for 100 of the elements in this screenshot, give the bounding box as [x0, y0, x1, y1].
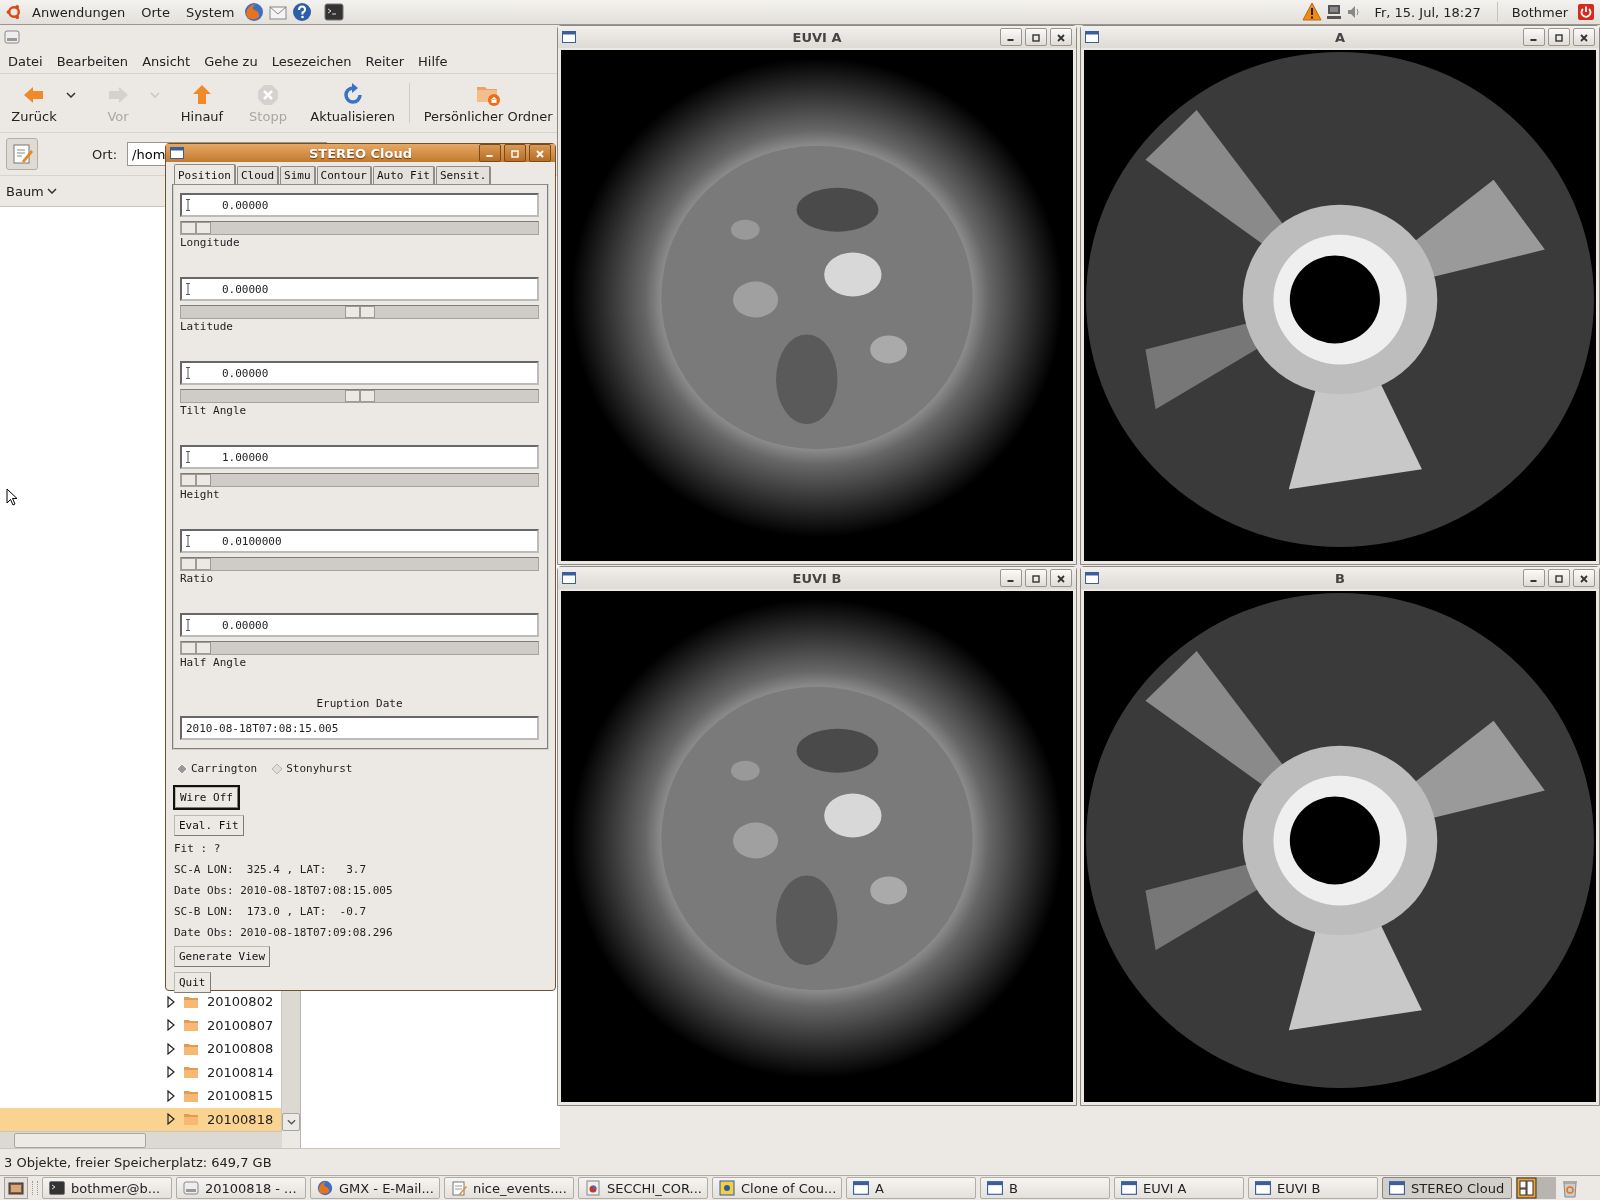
maximize-button[interactable]	[504, 144, 526, 162]
maximize-button[interactable]	[1025, 569, 1047, 587]
slider[interactable]	[180, 641, 539, 655]
taskbar-button[interactable]: SECCHI_COR...	[578, 1177, 708, 1199]
taskbar-button[interactable]: A	[846, 1177, 976, 1199]
menu-item[interactable]: Ansicht	[136, 53, 197, 69]
window-icon[interactable]	[1085, 572, 1099, 584]
help-icon[interactable]	[292, 2, 313, 22]
window-icon[interactable]	[170, 147, 184, 159]
window-icon[interactable]	[1085, 31, 1099, 43]
menu-item[interactable]: Bearbeiten	[50, 53, 135, 69]
ubuntu-logo-icon[interactable]	[6, 4, 22, 20]
slider-thumb[interactable]	[344, 390, 375, 402]
radio-button[interactable]: Carrington	[176, 762, 258, 775]
menu-item[interactable]: Gehe zu	[198, 53, 264, 69]
slider-thumb[interactable]	[181, 642, 211, 654]
slider[interactable]	[180, 305, 539, 319]
number-field[interactable]: 0.00000	[180, 613, 539, 637]
scroll-down-button[interactable]	[282, 1113, 300, 1131]
trash-icon[interactable]	[1560, 1178, 1580, 1198]
number-field[interactable]: 1.00000	[180, 445, 539, 469]
taskbar-button[interactable]: EUVI B	[1248, 1177, 1378, 1199]
tree-row[interactable]: 20100807	[0, 1013, 281, 1037]
minimize-button[interactable]	[1523, 28, 1545, 46]
button[interactable]: Wire Off	[175, 787, 238, 808]
taskbar-button[interactable]: Clone of Cou...	[712, 1177, 842, 1199]
expander-icon[interactable]	[167, 1019, 175, 1032]
menu-item[interactable]: Datei	[2, 53, 49, 69]
sidebar-mode-selector[interactable]: Baum	[6, 183, 57, 199]
taskbar-button[interactable]: 20100818 - ...	[176, 1177, 306, 1199]
terminal-icon[interactable]	[324, 2, 345, 22]
taskbar-button[interactable]: bothmer@b...	[42, 1177, 172, 1199]
tree-row[interactable]: 20100815	[0, 1084, 281, 1108]
scrollbar-thumb[interactable]	[14, 1133, 146, 1148]
menu-item[interactable]: Lesezeichen	[265, 53, 358, 69]
menu-item[interactable]: Hilfe	[412, 53, 454, 69]
expander-icon[interactable]	[167, 1089, 175, 1102]
close-button[interactable]	[1050, 569, 1072, 587]
caret-icon[interactable]	[66, 92, 76, 98]
minimize-button[interactable]	[1523, 569, 1545, 587]
user-name[interactable]: Bothmer	[1505, 4, 1574, 20]
panel-menu[interactable]: Orte	[135, 4, 176, 20]
slider-thumb[interactable]	[181, 222, 211, 234]
warning-icon[interactable]	[1302, 2, 1323, 22]
tab[interactable]: Sensit.	[435, 166, 492, 184]
expander-icon[interactable]	[167, 1042, 175, 1055]
close-button[interactable]	[1573, 28, 1595, 46]
tab[interactable]: Contour	[316, 166, 372, 184]
toolbar-button[interactable]: Hinauf	[170, 80, 234, 126]
slider[interactable]	[180, 221, 539, 235]
minimize-button[interactable]	[1000, 28, 1022, 46]
panel-menu[interactable]: Anwendungen	[26, 4, 132, 20]
slider[interactable]	[180, 473, 539, 487]
browser-icon[interactable]	[244, 2, 265, 22]
minimize-button[interactable]	[1000, 569, 1022, 587]
workspace-switcher-icon[interactable]	[1516, 1177, 1556, 1199]
power-icon[interactable]	[1578, 4, 1594, 20]
taskbar-button[interactable]: EUVI A	[1114, 1177, 1244, 1199]
maximize-button[interactable]	[1548, 28, 1570, 46]
date-field[interactable]: 2010-08-18T07:08:15.005	[180, 716, 539, 740]
show-desktop-button[interactable]	[4, 1177, 28, 1199]
radio-button[interactable]: Stonyhurst	[271, 762, 353, 775]
taskbar-button[interactable]: GMX - E-Mail...	[310, 1177, 440, 1199]
panel-menu[interactable]: System	[179, 4, 241, 20]
slider[interactable]	[180, 389, 539, 403]
toolbar-button[interactable]: Zurück	[2, 80, 66, 126]
maximize-button[interactable]	[1548, 569, 1570, 587]
tree-row[interactable]: 20100802	[0, 990, 281, 1014]
maximize-button[interactable]	[1025, 28, 1047, 46]
number-field[interactable]: 0.00000	[180, 277, 539, 301]
expander-icon[interactable]	[167, 1113, 175, 1126]
edit-location-button[interactable]	[6, 138, 38, 170]
slider[interactable]	[180, 557, 539, 571]
horizontal-scrollbar[interactable]	[0, 1131, 282, 1148]
clock[interactable]: Fr, 15. Jul, 18:27	[1366, 4, 1489, 20]
slider-thumb[interactable]	[344, 306, 375, 318]
window-icon[interactable]	[562, 31, 576, 43]
expander-icon[interactable]	[167, 995, 175, 1008]
network-icon[interactable]	[1326, 4, 1343, 20]
tab[interactable]: Cloud	[237, 166, 280, 184]
taskbar-button[interactable]: nice_events....	[444, 1177, 574, 1199]
tree-row[interactable]: 20100808	[0, 1037, 281, 1061]
close-button[interactable]	[529, 144, 551, 162]
close-button[interactable]	[1573, 569, 1595, 587]
tab[interactable]: Simu	[280, 166, 316, 184]
button[interactable]: Eval. Fit	[174, 815, 244, 836]
menu-item[interactable]: Reiter	[359, 53, 410, 69]
slider-thumb[interactable]	[181, 558, 211, 570]
minimize-button[interactable]	[479, 144, 501, 162]
expander-icon[interactable]	[167, 1066, 175, 1079]
number-field[interactable]: 0.00000	[180, 361, 539, 385]
tab[interactable]: Position	[174, 164, 236, 184]
tree-row[interactable]: 20100814	[0, 1060, 281, 1084]
window-icon[interactable]	[562, 572, 576, 584]
number-field[interactable]: 0.00000	[180, 193, 539, 217]
button[interactable]: Quit	[174, 972, 211, 993]
toolbar-button[interactable]: Aktualisieren	[302, 80, 404, 126]
close-button[interactable]	[1050, 28, 1072, 46]
button[interactable]: Generate View	[174, 946, 271, 967]
tab[interactable]: Auto Fit	[372, 166, 435, 184]
